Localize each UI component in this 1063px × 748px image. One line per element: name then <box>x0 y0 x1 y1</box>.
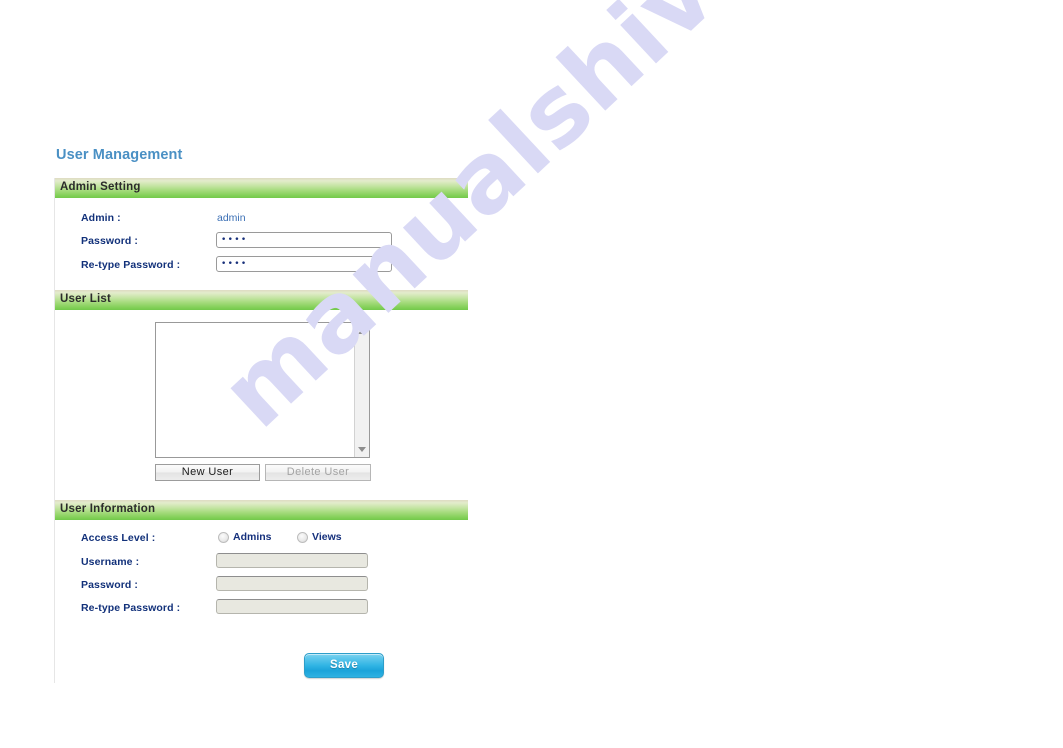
radio-views-dot-icon[interactable] <box>297 531 308 543</box>
section-header-user-information-label: User Information <box>60 503 156 515</box>
section-header-admin-setting-label: Admin Setting <box>60 181 141 193</box>
access-level-label: Access Level : <box>81 532 156 544</box>
save-button[interactable]: Save <box>304 653 384 678</box>
user-list-items[interactable] <box>156 323 354 457</box>
user-retype-password-input[interactable] <box>216 599 368 614</box>
scroll-up-arrow-icon[interactable] <box>355 324 369 338</box>
page-root: User Management Admin Setting Admin : ad… <box>0 0 1063 748</box>
admin-value: admin <box>217 212 246 224</box>
delete-user-button[interactable]: Delete User <box>265 464 371 481</box>
radio-admins[interactable]: Admins <box>218 531 272 543</box>
radio-views[interactable]: Views <box>297 531 342 543</box>
user-password-label: Password : <box>81 579 139 591</box>
section-header-user-information: User Information <box>55 500 468 520</box>
admin-label: Admin : <box>81 212 121 224</box>
user-list-box[interactable] <box>155 322 370 458</box>
section-header-admin-setting: Admin Setting <box>55 178 468 198</box>
admin-retype-password-label: Re-type Password : <box>81 259 181 271</box>
section-header-user-list: User List <box>55 290 468 310</box>
admin-retype-password-input[interactable]: •••• <box>216 256 392 272</box>
radio-views-label: Views <box>312 531 342 543</box>
section-header-user-list-label: User List <box>60 293 112 305</box>
page-title: User Management <box>56 147 183 163</box>
scroll-down-arrow-icon[interactable] <box>355 442 369 456</box>
radio-admins-label: Admins <box>233 531 272 543</box>
username-input[interactable] <box>216 553 368 568</box>
new-user-button[interactable]: New User <box>155 464 260 481</box>
user-list-scrollbar[interactable] <box>354 323 369 457</box>
username-label: Username : <box>81 556 140 568</box>
admin-password-label: Password : <box>81 235 139 247</box>
user-password-input[interactable] <box>216 576 368 591</box>
radio-admins-dot-icon[interactable] <box>218 531 229 543</box>
user-retype-password-label: Re-type Password : <box>81 602 181 614</box>
admin-password-input[interactable]: •••• <box>216 232 392 248</box>
content-panel: Admin Setting Admin : admin Password : •… <box>54 178 468 683</box>
